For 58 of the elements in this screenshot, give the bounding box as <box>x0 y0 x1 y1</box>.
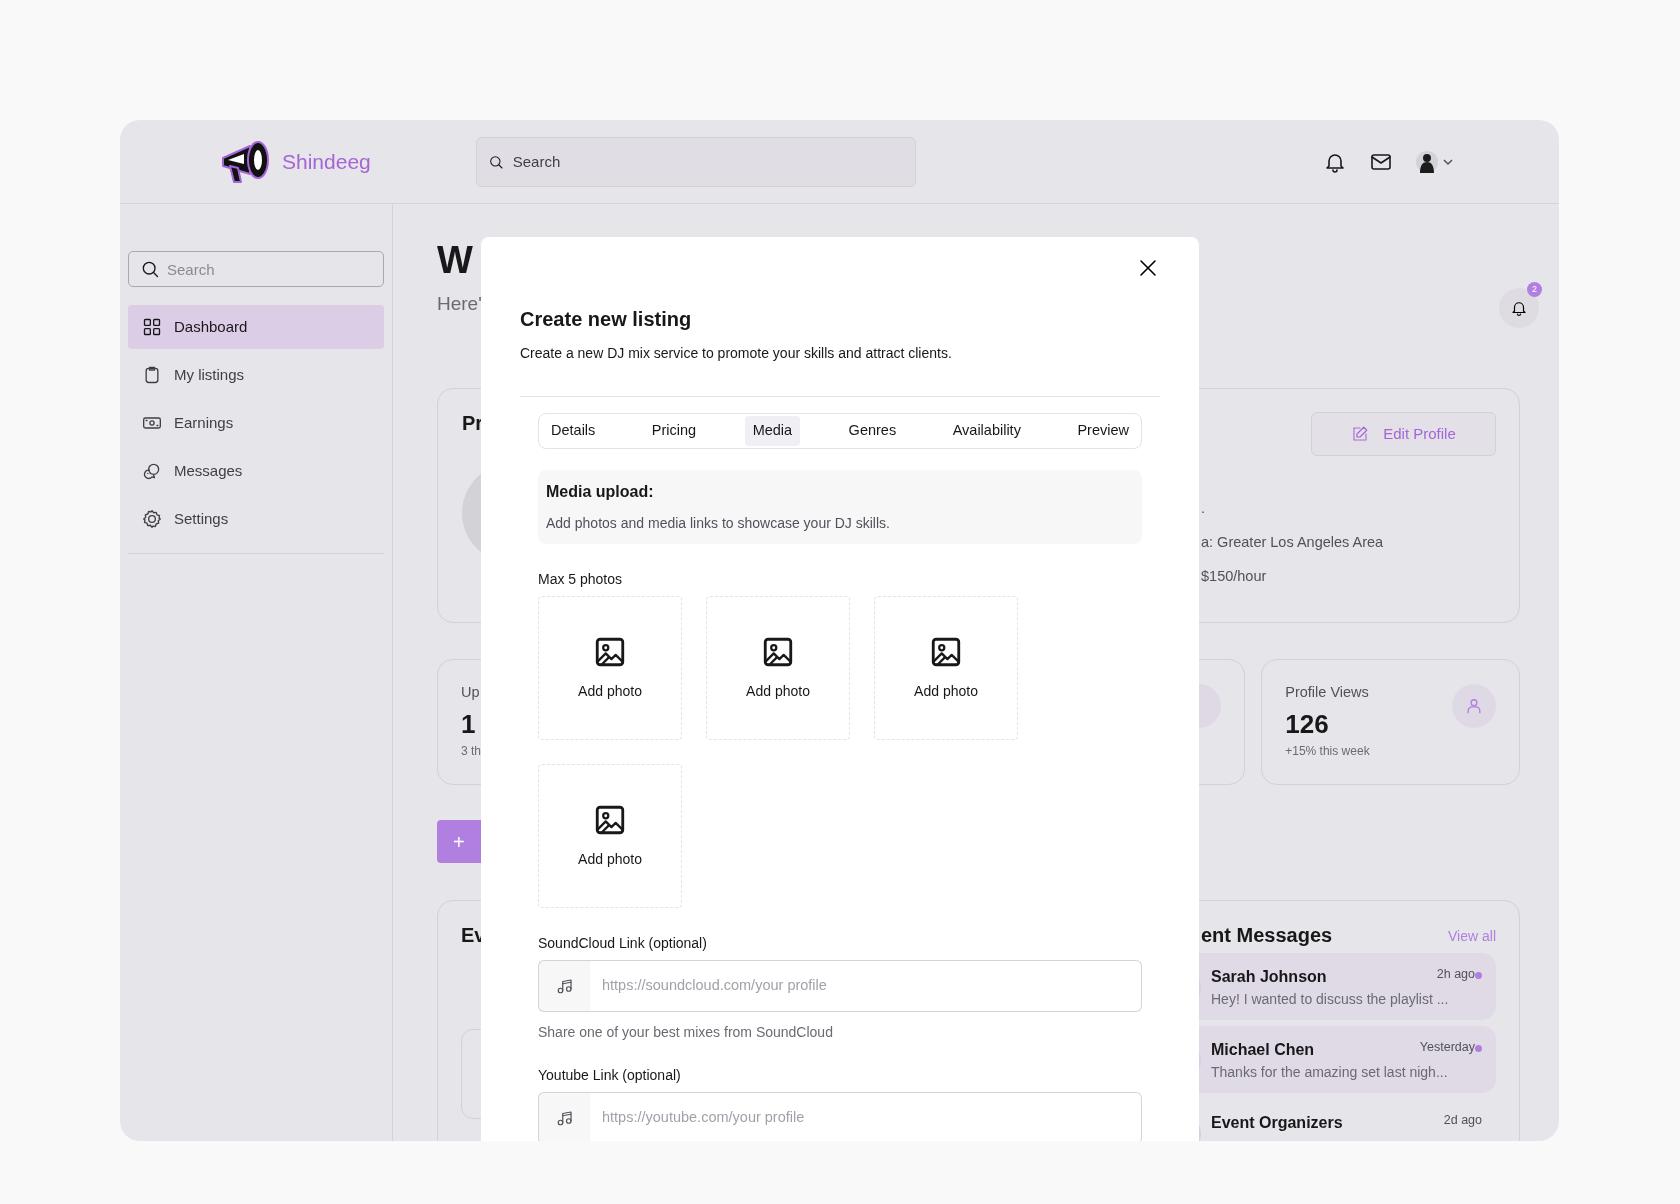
tab[interactable]: Details <box>543 416 604 446</box>
stat-note: +15% this week <box>1285 742 1370 760</box>
stat-label: Up <box>461 683 481 702</box>
profile-detail: . <box>1201 499 1206 518</box>
dialog-title: Create new listing <box>520 307 693 331</box>
unread-dot <box>1475 972 1482 979</box>
notification-button[interactable] <box>1499 288 1539 328</box>
profile-detail: a: Greater Los Angeles Area <box>1201 533 1384 552</box>
stat-value: 1 <box>461 707 477 741</box>
stat-label: Profile Views <box>1285 683 1370 702</box>
page-subtitle: Here' <box>437 291 482 316</box>
search-field[interactable]: Search <box>128 251 384 287</box>
sender-name: Michael Chen <box>1211 1040 1315 1060</box>
stat-value: 126 <box>1285 707 1330 741</box>
tab[interactable]: Preview <box>1069 416 1137 446</box>
sender-name: Event Organizers <box>1211 1113 1343 1133</box>
photo-upload-tile[interactable]: Add photo <box>538 764 682 908</box>
search-icon <box>140 259 160 279</box>
tab[interactable]: Pricing <box>643 416 705 446</box>
photo-upload-tile[interactable]: Add photo <box>706 596 850 740</box>
notification-count: 2 <box>1527 282 1542 297</box>
sidebar-item[interactable]: Settings <box>128 497 384 541</box>
tab[interactable]: Media <box>744 416 801 446</box>
field-label: SoundCloud Link (optional) <box>538 934 708 953</box>
message-time: 2d ago <box>1443 1112 1482 1129</box>
card-title: ent Messages <box>1201 923 1333 947</box>
grid-icon <box>142 317 162 337</box>
sender-name: Sarah Johnson <box>1211 967 1327 987</box>
field-label: Youtube Link (optional) <box>538 1066 682 1085</box>
card-title: Pr <box>462 411 484 435</box>
message-preview: Thanks for the amazing set last nigh... <box>1211 1063 1449 1082</box>
avatar-menu[interactable] <box>1415 149 1455 174</box>
photo-upload-tile[interactable]: Add photo <box>538 596 682 740</box>
sidebar-item[interactable]: Messages <box>128 449 384 493</box>
field-label: Max 5 photos <box>538 570 624 589</box>
dialog-description: Create a new DJ mix service to promote your skills and attract clients. <box>520 344 953 363</box>
sidebar-item[interactable]: My listings <box>128 353 384 397</box>
sidebar-item[interactable]: Earnings <box>128 401 384 445</box>
chat-icon <box>142 461 162 481</box>
profile-detail: $150/hour <box>1201 567 1267 586</box>
page-title: W <box>437 240 474 282</box>
search-icon <box>487 153 504 170</box>
message-preview: Hey! I wanted to discuss the playlist ... <box>1211 990 1450 1009</box>
settings-icon <box>142 509 162 529</box>
message-time: Yesterday <box>1419 1039 1475 1056</box>
search-field[interactable]: Search <box>475 136 916 187</box>
sidebar-item[interactable]: Dashboard <box>128 305 384 349</box>
bell-icon <box>1510 299 1528 317</box>
message-time: 2h ago <box>1436 966 1475 983</box>
photo-upload-tile[interactable]: Add photo <box>874 596 1018 740</box>
tab[interactable]: Genres <box>840 416 905 446</box>
help-text: Share one of your best mixes from SoundCloud <box>538 1023 834 1042</box>
stat-note: 3 th <box>461 742 481 760</box>
tab[interactable]: Availability <box>944 416 1029 446</box>
section-description: Add photos and media links to showcase your DJ skills. <box>546 514 891 533</box>
section-title: Media upload: <box>546 482 655 502</box>
unread-dot <box>1475 1045 1482 1052</box>
edit-icon <box>1351 425 1370 443</box>
